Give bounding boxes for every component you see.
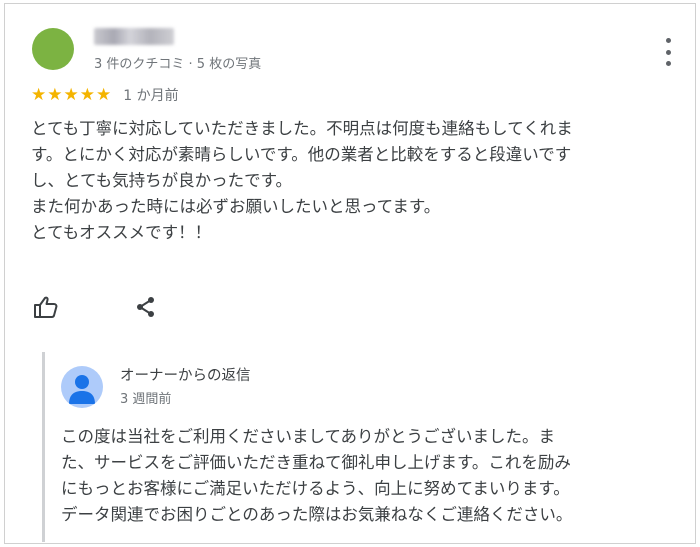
star-rating: ★ ★ ★ ★ ★ (31, 86, 111, 104)
review-text: とても丁寧に対応していただきました。不明点は何度も連絡もしてくれま す。とにかく… (31, 119, 573, 242)
person-icon (69, 375, 95, 404)
reviewer-meta: 3 件のクチコミ · 5 枚の写真 (94, 57, 262, 72)
star-icon: ★ (47, 85, 63, 105)
owner-reply-time: 3 週間前 (120, 392, 172, 407)
share-button[interactable] (131, 292, 161, 322)
reviewer-avatar[interactable] (32, 28, 74, 70)
star-icon: ★ (79, 85, 95, 105)
more-options-icon[interactable] (661, 38, 675, 66)
star-icon: ★ (63, 85, 79, 105)
owner-avatar (61, 366, 103, 408)
rating-row: ★ ★ ★ ★ ★ 1 か月前 (31, 85, 179, 105)
reviewer-name-redacted[interactable] (94, 28, 174, 45)
review-card: 3 件のクチコミ · 5 枚の写真 ★ ★ ★ ★ ★ 1 か月前 とても丁寧に… (4, 3, 696, 544)
owner-reply: オーナーからの返信 3 週間前 この度は当社をご利用くださいましてありがとうござ… (42, 352, 700, 542)
owner-reply-text: この度は当社をご利用くださいましてありがとうございました。ま た、サービスをご評… (61, 427, 573, 524)
star-icon: ★ (31, 85, 47, 105)
thumb-up-icon (34, 296, 58, 318)
review-time: 1 か月前 (123, 88, 179, 104)
review-actions (31, 292, 161, 322)
share-icon (137, 297, 154, 317)
owner-reply-label: オーナーからの返信 (120, 368, 251, 384)
like-button[interactable] (31, 292, 61, 322)
star-icon: ★ (96, 85, 112, 105)
